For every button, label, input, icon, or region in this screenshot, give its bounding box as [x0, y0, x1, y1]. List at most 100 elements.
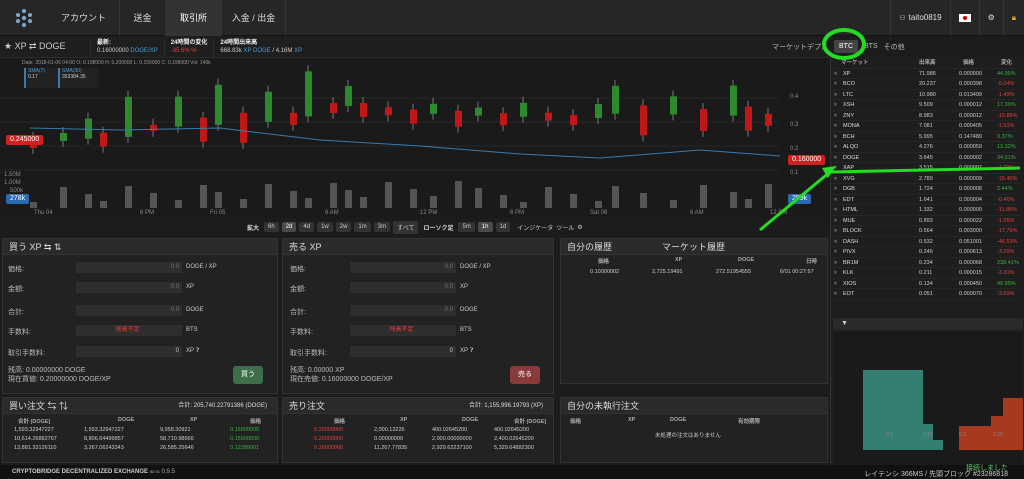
zoom-4d[interactable]: 4d [299, 222, 315, 232]
tools-menu[interactable]: ツール [556, 223, 574, 232]
candle-1d[interactable]: 1d [495, 222, 511, 232]
market-row[interactable]: ★ BLOCK 0.564 0.003000 -17.79% [831, 226, 1021, 237]
order-cell[interactable]: 10,614.26882767 [14, 436, 57, 442]
order-cell[interactable]: 9,958.30921 [160, 427, 191, 433]
market-row[interactable]: ★ HTML 1.332 0.000000 -11.85% [831, 205, 1021, 216]
order-cell[interactable]: 2,400.02645200 [494, 436, 534, 442]
pair-title[interactable]: ★ XP ⇄ DOGE [0, 41, 90, 52]
sell-button[interactable]: 売る [510, 366, 540, 384]
star-icon[interactable]: ★ [833, 247, 838, 258]
market-row[interactable]: ★ MONA 7.081 0.000405 -1.51% [831, 121, 1021, 132]
order-cell[interactable]: 1,593.32947227 [84, 427, 124, 433]
market-row[interactable]: ★ BR1M 0.234 0.000068 238.41% [831, 258, 1021, 269]
order-cell[interactable]: 26,585.25646 [160, 445, 194, 451]
nav-account[interactable]: アカウント [48, 0, 120, 36]
order-cell[interactable]: 0.20000000 [314, 436, 343, 442]
candle-5m[interactable]: 5m [458, 222, 475, 232]
chart-settings-gear-icon[interactable]: ⚙ [577, 224, 582, 231]
order-cell[interactable]: 13,881.33126110 [14, 445, 56, 451]
buy-button[interactable]: 買う [233, 366, 263, 384]
sell-total-input[interactable]: 0.0 [350, 305, 456, 316]
order-cell[interactable]: 8,806.64499857 [84, 436, 124, 442]
order-cell[interactable]: 400.02645200 [432, 427, 467, 433]
order-cell[interactable]: 0.26000000 [314, 445, 343, 451]
help-icon[interactable]: ❓︎ [470, 348, 474, 354]
order-cell[interactable]: 5,329.64882300 [494, 445, 534, 451]
zoom-1m[interactable]: 1m [354, 222, 371, 232]
market-row[interactable]: ★ ZNY 8.983 0.000012 -15.89% [831, 111, 1021, 122]
market-row[interactable]: ★ DGB 1.724 0.000008 2.44% [831, 184, 1021, 195]
market-row[interactable]: ★ XAP 3.515 0.000007 -1.22% [831, 163, 1021, 174]
order-cell[interactable]: 2,000.00000000 [432, 436, 472, 442]
nav-deposit-withdraw[interactable]: 入金 / 出金 [222, 0, 286, 36]
price-chart[interactable] [0, 58, 830, 218]
order-cell[interactable]: 0.15000000 [230, 436, 259, 442]
market-row[interactable]: ★ DOGE 3.645 0.000002 34.51% [831, 153, 1021, 164]
market-row[interactable]: ★ DASH 0.532 0.051001 -46.53% [831, 237, 1021, 248]
order-cell[interactable]: 0.20000000 [314, 427, 343, 433]
order-cell[interactable]: 11,267.77835 [374, 445, 407, 451]
star-icon[interactable]: ★ [833, 163, 838, 174]
star-icon[interactable]: ★ [833, 268, 838, 279]
buy-amount-input[interactable]: 0.0 [76, 282, 182, 293]
market-row[interactable]: ★ EOT 0.051 0.000070 -3.69% [831, 289, 1021, 300]
star-icon[interactable]: ★ [833, 226, 838, 237]
market-row[interactable]: ★ ALQO 4.276 0.000059 13.32% [831, 142, 1021, 153]
buy-total-input[interactable]: 0.0 [76, 305, 182, 316]
help-icon[interactable]: ❓︎ [196, 348, 200, 354]
order-cell[interactable]: 0.12289001 [230, 445, 259, 451]
star-icon[interactable]: ★ [833, 121, 838, 132]
market-row[interactable]: ★ BCH 5.995 0.147480 9.37% [831, 132, 1021, 143]
market-row[interactable]: ★ LTC 10.980 0.013499 -1.49% [831, 90, 1021, 101]
star-icon[interactable]: ★ [833, 132, 838, 143]
zoom-3m[interactable]: 3m [373, 222, 391, 232]
star-icon[interactable]: ★ [833, 90, 838, 101]
candle-1h[interactable]: 1h [477, 222, 493, 232]
market-row[interactable]: ★ XIOS 0.134 0.000450 49.95% [831, 279, 1021, 290]
market-row[interactable]: ★ EDT 1.641 0.000004 -0.46% [831, 195, 1021, 205]
tab-bts[interactable]: BTS [864, 43, 878, 50]
order-cell[interactable]: 58,710.98666 [160, 436, 194, 442]
order-cell[interactable]: 2,929.62237100 [432, 445, 472, 451]
settings-gear-icon[interactable]: ⚙ [978, 0, 1003, 36]
buy-trade-fee-input[interactable]: 0 [76, 346, 182, 357]
star-icon[interactable]: ★ [833, 279, 838, 290]
order-cell[interactable]: 0.16000000 [230, 427, 259, 433]
star-icon[interactable]: ★ [833, 289, 838, 300]
order-cell[interactable]: 1,593.32947227 [14, 427, 54, 433]
star-icon[interactable]: ★ [833, 216, 838, 227]
star-icon[interactable]: ★ [833, 111, 838, 122]
market-row[interactable]: ★ XP 71.986 0.000000 44.95% [831, 69, 1021, 80]
user-menu[interactable]: ⚇ taito0819 [890, 0, 949, 36]
zoom-1w[interactable]: 1w [317, 222, 333, 232]
zoom-all[interactable]: すべて [393, 220, 419, 234]
market-row[interactable]: ★ KLK 0.211 0.000015 -3.31% [831, 268, 1021, 279]
star-icon[interactable]: ★ [833, 69, 838, 80]
order-cell[interactable]: 3,267.06243343 [84, 445, 124, 451]
tab-my-history[interactable]: 自分の履歴 [567, 242, 612, 252]
star-icon[interactable]: ★ [833, 205, 838, 216]
star-icon[interactable]: ★ [833, 258, 838, 269]
market-row[interactable]: ★ PIVX 0.246 0.000613 -3.29% [831, 247, 1021, 258]
star-icon[interactable]: ★ [833, 153, 838, 164]
nav-transfer[interactable]: 送金 [120, 0, 166, 36]
language-selector[interactable] [949, 0, 979, 36]
star-icon[interactable]: ★ [833, 184, 838, 195]
tab-market-history[interactable]: マーケット履歴 [662, 242, 725, 252]
market-row[interactable]: ★ MUE 0.893 0.000022 -1.55% [831, 216, 1021, 227]
star-icon[interactable]: ★ [833, 174, 838, 185]
star-icon[interactable]: ★ [833, 237, 838, 248]
star-icon[interactable]: ★ [833, 142, 838, 153]
market-row[interactable]: ★ XSH 9.509 0.000012 17.30% [831, 100, 1021, 111]
buy-price-input[interactable]: 0.0 [76, 262, 182, 273]
star-icon[interactable]: ★ [4, 41, 15, 51]
cryptobridge-logo-icon[interactable] [14, 8, 34, 28]
indicator-menu[interactable]: インジケータ [517, 223, 553, 232]
market-row[interactable]: ★ XVG 2.789 0.000009 -15.40% [831, 174, 1021, 185]
sell-trade-fee-input[interactable]: 0 [350, 346, 456, 357]
market-depth-tab[interactable]: マーケットデプス [772, 42, 828, 52]
star-icon[interactable]: ★ [833, 79, 838, 90]
zoom-2d[interactable]: 2d [281, 222, 297, 232]
lock-icon[interactable]: 🔒︎ [1002, 0, 1024, 36]
depth-collapse-icon[interactable]: ▼ [833, 318, 1023, 330]
